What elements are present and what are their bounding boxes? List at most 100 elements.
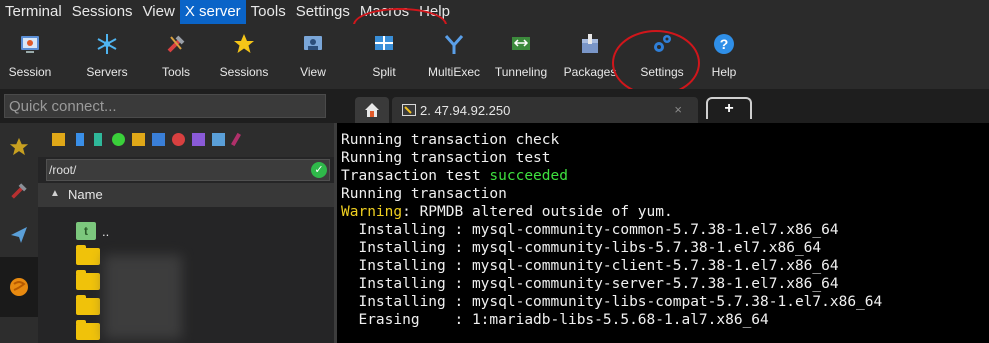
delete-icon[interactable] [172, 133, 185, 146]
session-tab-title: 2. 47.94.92.250 [420, 102, 511, 118]
toolbar-session-button[interactable]: Session [4, 24, 56, 89]
menu-bar: Terminal Sessions View X server Tools Se… [0, 0, 989, 24]
terminal-line: Warning: RPMDB altered outside of yum. [341, 204, 673, 220]
list-item[interactable] [38, 243, 334, 268]
svg-text:?: ? [720, 36, 729, 52]
sftp-path-text: /root/ [49, 163, 77, 177]
sftp-column-header[interactable]: ▲ Name [38, 183, 334, 207]
terminal-line: Installing : mysql-community-common-5.7.… [341, 222, 839, 238]
terminal-line: Installing : mysql-community-server-5.7.… [341, 276, 839, 292]
folder-icon [76, 245, 100, 265]
macros-icon [10, 278, 28, 296]
toolbar-help-button[interactable]: ? Help [708, 24, 740, 89]
favorites-star-icon [9, 137, 29, 156]
tunneling-icon [509, 32, 533, 56]
terminal-line: Running transaction [341, 186, 507, 202]
toolbar-help-label: Help [711, 65, 737, 79]
left-side-tabs [0, 123, 38, 343]
terminal-line: Installing : mysql-community-libs-5.7.38… [341, 240, 822, 256]
plus-icon: + [724, 100, 734, 117]
packages-icon [578, 32, 602, 56]
toolbar-view-button[interactable]: View [294, 24, 332, 89]
toolbar-view-label: View [300, 65, 326, 79]
quick-connect-input[interactable]: Quick connect... [4, 94, 326, 118]
menu-terminal[interactable]: Terminal [0, 0, 67, 24]
menu-tools[interactable]: Tools [246, 0, 291, 24]
toolbar-settings-label: Settings [640, 65, 684, 79]
pin-icon[interactable] [231, 132, 241, 147]
multiexec-icon [442, 32, 466, 56]
sidebar-tab-tools[interactable] [0, 169, 38, 213]
sidebar-tab-sftp[interactable] [0, 213, 38, 257]
quick-connect-bar: Quick connect... 2. 47.94.92.250 × + [0, 89, 989, 123]
star-icon [232, 32, 256, 56]
sidebar-tab-macros[interactable] [0, 257, 38, 317]
sftp-path-field[interactable]: /root/ ✓ [46, 159, 330, 181]
toolbar-packages-label: Packages [563, 65, 617, 79]
terminal-tab-icon [402, 104, 416, 116]
sftp-toolbar [38, 123, 334, 157]
sidebar-tab-favorites[interactable] [0, 125, 38, 169]
toolbar-split-label: Split [372, 65, 396, 79]
parent-folder-icon: t [76, 222, 96, 240]
toolbar-multiexec-label: MultiExec [427, 65, 480, 79]
new-file-icon[interactable] [152, 133, 165, 146]
sort-ascending-icon: ▲ [50, 188, 60, 199]
toolbar-servers-label: Servers [86, 65, 128, 79]
toolbar-split-button[interactable]: Split [366, 24, 402, 89]
folder-icon [76, 295, 100, 315]
split-icon [372, 32, 396, 56]
new-folder-icon[interactable] [52, 133, 65, 146]
folder-icon [76, 320, 100, 340]
open-folder-icon[interactable] [132, 133, 145, 146]
toolbar-tools-label: Tools [161, 65, 190, 79]
redacted-filenames [104, 255, 182, 339]
download-icon[interactable] [76, 133, 84, 146]
toolbar-packages-button[interactable]: Packages [561, 24, 619, 89]
properties-icon[interactable] [212, 133, 225, 146]
terminal-line: Installing : mysql-community-libs-compat… [341, 294, 883, 310]
toolbar-sessions-label: Sessions [219, 65, 269, 79]
rename-icon[interactable] [192, 133, 205, 146]
main-toolbar: Session Servers Tools Sessions View Spli… [0, 24, 989, 89]
sftp-panel: /root/ ✓ ▲ Name t .. [38, 123, 334, 343]
toolbar-tools-button[interactable]: Tools [156, 24, 196, 89]
list-item[interactable]: t .. [38, 219, 334, 244]
toolbar-tunneling-button[interactable]: Tunneling [488, 24, 554, 89]
column-name-label: Name [68, 187, 103, 202]
menu-settings[interactable]: Settings [291, 0, 355, 24]
list-item[interactable] [38, 268, 334, 293]
settings-gears-icon [650, 32, 674, 56]
refresh-icon[interactable] [112, 133, 125, 146]
terminal-line: Running transaction check [341, 132, 560, 148]
terminal-line: Installing : mysql-community-client-5.7.… [341, 258, 839, 274]
help-icon: ? [712, 32, 736, 56]
upload-icon[interactable] [94, 133, 102, 146]
menu-view[interactable]: View [138, 0, 180, 24]
toolbar-sessions-button[interactable]: Sessions [218, 24, 270, 89]
folder-icon [76, 270, 100, 290]
menu-x-server[interactable]: X server [179, 0, 246, 24]
sftp-icon [11, 227, 27, 243]
menu-help[interactable]: Help [414, 0, 455, 24]
file-name: .. [102, 224, 110, 239]
path-ok-check-icon[interactable]: ✓ [311, 162, 327, 178]
menu-sessions[interactable]: Sessions [67, 0, 138, 24]
tools-icon [11, 183, 27, 199]
terminal-output[interactable]: Running transaction check Running transa… [337, 123, 989, 343]
servers-icon [95, 32, 119, 56]
toolbar-settings-button[interactable]: Settings [634, 24, 690, 89]
home-tab[interactable] [355, 97, 389, 123]
tools-icon [164, 32, 188, 56]
terminal-line: Running transaction test [341, 150, 551, 166]
session-tab[interactable]: 2. 47.94.92.250 × [392, 97, 698, 123]
list-item[interactable] [38, 318, 334, 343]
toolbar-session-label: Session [8, 65, 52, 79]
terminal-line: Transaction test succeeded [341, 168, 568, 184]
menu-macros[interactable]: Macros [355, 0, 414, 24]
toolbar-multiexec-button[interactable]: MultiExec [424, 24, 484, 89]
add-tab-button[interactable]: + [706, 97, 752, 119]
toolbar-servers-button[interactable]: Servers [80, 24, 134, 89]
close-tab-icon[interactable]: × [674, 102, 682, 117]
list-item[interactable] [38, 293, 334, 318]
